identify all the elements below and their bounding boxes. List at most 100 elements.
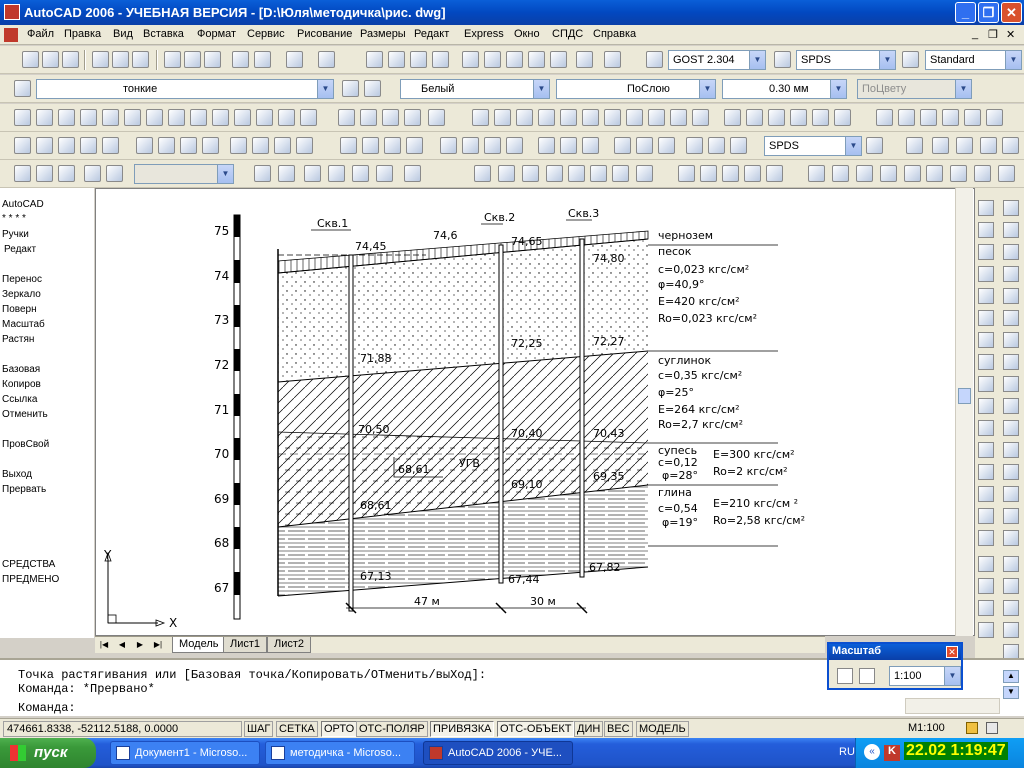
print-icon[interactable] [92,51,109,68]
ellipse-icon[interactable] [212,109,229,126]
tab-layout1[interactable]: Лист1 [223,637,268,653]
tool-icon-8[interactable] [1003,442,1019,458]
polar-toggle[interactable]: ОТС-ПОЛЯР [356,721,428,737]
spds-icon-17[interactable] [876,109,893,126]
spds-icon-11[interactable] [724,109,741,126]
screen-menu-item[interactable]: Прервать [2,484,46,495]
tool-icon-23[interactable] [978,622,994,638]
scale-tool-icon-1[interactable] [837,668,853,684]
model-toggle[interactable]: МОДЕЛЬ [636,721,689,737]
array-icon[interactable] [978,244,994,260]
grid-icon-4[interactable] [880,165,897,182]
fillet-icon[interactable] [978,354,994,370]
hatch-icon[interactable] [338,109,355,126]
toolpalettes-icon[interactable] [506,51,523,68]
menu-spds[interactable]: СПДС [552,28,583,40]
make-current-icon[interactable] [342,80,359,97]
spline-icon[interactable] [190,109,207,126]
vertical-scrollbar[interactable] [955,188,973,636]
zoom-previous-icon[interactable] [432,51,449,68]
screen-menu-item[interactable]: Выход [2,469,32,480]
spds-icon-3[interactable] [538,109,555,126]
dim-linear-icon[interactable] [14,137,31,154]
close-button[interactable]: ✕ [1001,2,1022,23]
grid-icon-7[interactable] [950,165,967,182]
chamfer-icon[interactable] [1003,332,1019,348]
osnap-toggle[interactable]: ПРИВЯЗКА [430,721,495,737]
linetype-select[interactable]: ПоСлою ▼ [556,79,716,99]
trim-icon[interactable] [1003,288,1019,304]
tray-settings-icon[interactable] [986,722,998,734]
rotate-icon[interactable] [978,266,994,282]
mirror-icon[interactable] [978,222,994,238]
screen-menu-item[interactable]: Копиров [2,379,41,390]
screen-menu-item[interactable]: * * * * [2,213,26,224]
mtext-icon[interactable] [428,109,445,126]
grid-icon-3[interactable] [856,165,873,182]
grid-icon-1[interactable] [808,165,825,182]
tool-icon-22[interactable] [1003,600,1019,616]
point-icon[interactable] [300,109,317,126]
snap-icon-4[interactable] [744,165,761,182]
menu-help[interactable]: Справка [593,28,636,40]
tool-icon-24[interactable] [1003,622,1019,638]
screen-menu-item[interactable]: Поверн [2,304,37,315]
snap-icon-2[interactable] [700,165,717,182]
snap-toggle[interactable]: ШАГ [244,721,274,737]
viewport-poly-icon[interactable] [36,165,53,182]
spds-icon-19[interactable] [920,109,937,126]
spds-dim-16-icon[interactable] [708,137,725,154]
spds-icon-1[interactable] [494,109,511,126]
tool-icon-16[interactable] [1003,530,1019,546]
spds-icon-2[interactable] [516,109,533,126]
polyline-icon[interactable] [58,109,75,126]
dim-diameter-icon[interactable] [102,137,119,154]
layer-icon-c[interactable] [956,137,973,154]
textstyle-icon[interactable] [646,51,663,68]
stretch-icon[interactable] [978,288,994,304]
dim-quick-icon[interactable] [202,137,219,154]
layer-select[interactable]: тонкие ▼ [36,79,334,99]
tablestyle-select[interactable]: Standard ▼ [925,50,1022,70]
tablestyle-icon[interactable] [902,51,919,68]
tool-icon-11[interactable] [978,486,994,502]
spds-icon-4[interactable] [560,109,577,126]
calculator-icon[interactable] [576,51,593,68]
spds-icon-8[interactable] [648,109,665,126]
spds-icon-13[interactable] [768,109,785,126]
text-icon-5[interactable] [568,165,585,182]
tool-icon-10[interactable] [1003,464,1019,480]
copy-icon[interactable] [184,51,201,68]
make-block-icon[interactable] [278,109,295,126]
spds-dim-9-icon[interactable] [538,137,555,154]
menu-view[interactable]: Вид [113,28,133,40]
gradient-icon[interactable] [360,109,377,126]
spds-dim-2-icon[interactable] [362,137,379,154]
dimstyle-icon[interactable] [774,51,791,68]
scale-tool-icon-2[interactable] [859,668,875,684]
dim-jogged-icon[interactable] [180,137,197,154]
line-icon[interactable] [14,109,31,126]
copy-object-icon[interactable] [1003,200,1019,216]
help-icon[interactable] [604,51,621,68]
spds-dim-4-icon[interactable] [406,137,423,154]
arc-icon[interactable] [124,109,141,126]
ortho-toggle[interactable]: ОРТО [321,721,358,737]
tab-first-button[interactable]: |◀ [97,638,111,652]
explode-icon[interactable] [1003,354,1019,370]
properties-icon[interactable] [462,51,479,68]
command-scroll-up[interactable]: ▲ [1003,670,1019,683]
dim-continue-icon[interactable] [252,137,269,154]
dimstyle-select[interactable]: SPDS ▼ [796,50,896,70]
text-icon-1[interactable] [474,165,491,182]
menu-draw[interactable]: Рисование [297,28,352,40]
spds-icon-16[interactable] [834,109,851,126]
spds-dim-11-icon[interactable] [582,137,599,154]
screen-menu-item[interactable]: AutoCAD [2,199,44,210]
spds-dim-14-icon[interactable] [658,137,675,154]
scale-panel-close-button[interactable]: ✕ [946,646,958,658]
region-icon[interactable] [382,109,399,126]
xref-icon-2[interactable] [278,165,295,182]
tab-next-button[interactable]: ▶ [133,638,147,652]
matchprop-icon[interactable] [232,51,249,68]
